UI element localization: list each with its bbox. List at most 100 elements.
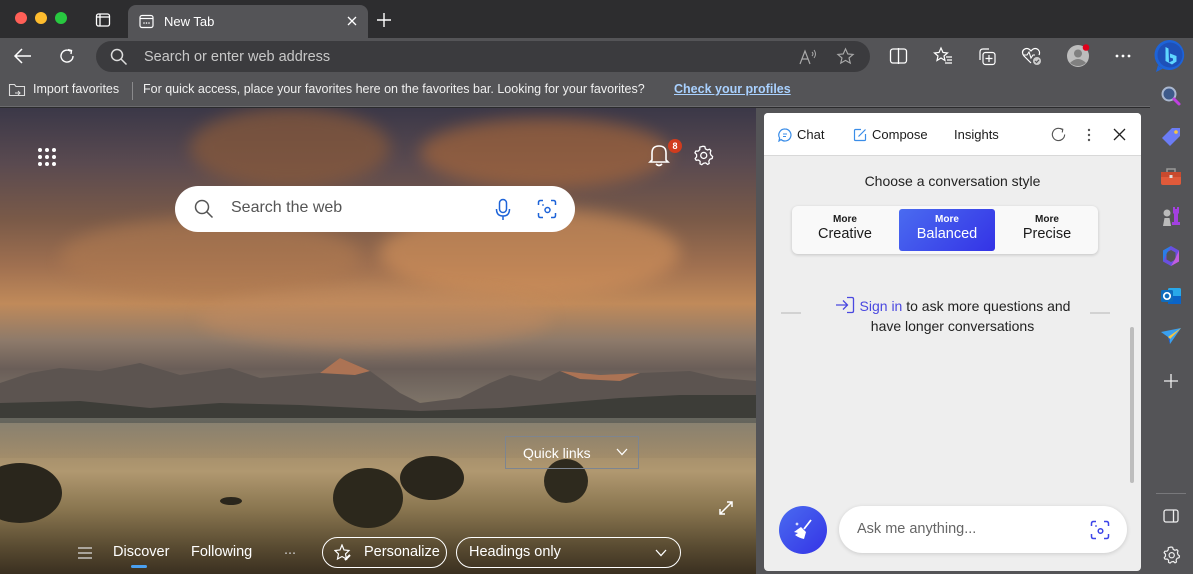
notification-badge: 8: [668, 139, 682, 153]
new-topic-button[interactable]: [779, 506, 827, 554]
favorites-bar: Import favorites For quick access, place…: [0, 75, 1150, 107]
copilot-header: Chat Compose Insights: [764, 113, 1141, 156]
apps-grid-icon[interactable]: [37, 147, 57, 167]
sidebar-drop-icon[interactable]: [1159, 324, 1183, 348]
address-bar[interactable]: Search or enter web address: [96, 41, 870, 72]
panel-scrollbar[interactable]: [1130, 327, 1134, 483]
new-tab-page-icon: [139, 14, 154, 29]
window-close-button[interactable]: [15, 12, 27, 24]
close-tab-icon[interactable]: [346, 15, 358, 27]
personalize-star-icon: [334, 544, 352, 562]
sidebar-settings-icon[interactable]: [1159, 543, 1183, 567]
refresh-icon[interactable]: [58, 47, 76, 65]
copilot-tab-insights[interactable]: Insights: [954, 127, 999, 142]
favorites-divider: [132, 82, 133, 100]
copilot-tab-chat[interactable]: Chat: [797, 127, 824, 142]
favorites-icon[interactable]: [933, 46, 953, 66]
new-tab-page: 8 Search the web Quick links Discover Fo…: [0, 108, 756, 574]
sign-in-icon: [835, 296, 855, 314]
active-tab-indicator: [131, 565, 147, 568]
visual-search-icon[interactable]: [537, 199, 557, 219]
sidebar-m365-icon[interactable]: [1159, 244, 1183, 268]
search-icon: [110, 48, 128, 66]
window-minimize-button[interactable]: [35, 12, 47, 24]
sidebar-divider: [1156, 493, 1186, 494]
tab-strip: New Tab: [0, 0, 1193, 38]
copilot-icon[interactable]: [1154, 39, 1186, 73]
compose-icon: [853, 128, 867, 142]
new-tab-button[interactable]: [376, 12, 392, 28]
tab-new-tab[interactable]: New Tab: [128, 5, 368, 38]
collections-icon[interactable]: [977, 46, 997, 66]
chat-icon: [778, 128, 792, 142]
chevron-down-icon: [655, 549, 667, 557]
style-prefix: More: [935, 214, 959, 225]
add-sidebar-app-button[interactable]: [1159, 369, 1183, 393]
sign-in-link[interactable]: Sign in: [860, 298, 903, 314]
broom-icon: [791, 518, 815, 542]
sidebar-games-icon[interactable]: [1159, 204, 1183, 228]
more-icon[interactable]: [1115, 54, 1131, 58]
read-aloud-icon[interactable]: [798, 48, 818, 66]
page-settings-icon[interactable]: [692, 144, 714, 166]
feed-menu-icon[interactable]: [78, 547, 92, 559]
signin-text-line1: to ask more questions and: [902, 298, 1071, 314]
panel-more-icon[interactable]: [1087, 128, 1091, 142]
notifications-button[interactable]: 8: [648, 139, 682, 167]
style-creative-button[interactable]: More Creative: [797, 209, 893, 251]
web-search-input[interactable]: Search the web: [231, 199, 342, 217]
personalize-label: Personalize: [364, 544, 440, 560]
style-label: Creative: [818, 226, 872, 242]
sidebar-search-icon[interactable]: [1159, 84, 1183, 108]
ask-input[interactable]: Ask me anything...: [839, 506, 1127, 553]
search-icon: [194, 199, 214, 219]
style-label: Balanced: [916, 226, 978, 242]
favorite-star-icon[interactable]: [836, 47, 855, 66]
personalize-button[interactable]: Personalize: [322, 537, 447, 568]
sidebar-shopping-icon[interactable]: [1159, 124, 1183, 148]
check-profiles-link[interactable]: Check your profiles: [674, 82, 791, 96]
style-prefix: More: [1035, 214, 1059, 225]
quick-links-label: Quick links: [523, 445, 591, 461]
copilot-panel: Chat Compose Insights Choose a conversat…: [764, 113, 1141, 571]
back-icon[interactable]: [13, 47, 33, 65]
image-input-icon[interactable]: [1090, 520, 1110, 540]
style-label: Precise: [1022, 226, 1072, 242]
favorites-message: For quick access, place your favorites h…: [143, 82, 645, 96]
style-precise-button[interactable]: More Precise: [999, 209, 1095, 251]
layout-select-value: Headings only: [469, 544, 561, 560]
signin-text-line2: have longer conversations: [870, 318, 1035, 334]
tab-title: New Tab: [164, 14, 215, 29]
quick-links-toggle[interactable]: Quick links: [505, 436, 639, 469]
web-search-box[interactable]: Search the web: [175, 186, 575, 232]
sidebar-outlook-icon[interactable]: [1159, 284, 1183, 308]
import-favorites-icon: [8, 82, 26, 98]
hide-sidebar-icon[interactable]: [1159, 504, 1183, 528]
style-balanced-button[interactable]: More Balanced: [899, 209, 995, 251]
tab-actions-icon[interactable]: [95, 12, 111, 28]
ask-placeholder: Ask me anything...: [857, 521, 977, 537]
split-screen-icon[interactable]: [889, 47, 908, 65]
sidebar-tools-icon[interactable]: [1159, 164, 1183, 188]
conversation-style-selector: More Creative More Balanced More Precise: [792, 206, 1098, 254]
edge-sidebar: [1150, 75, 1193, 574]
refresh-conversation-icon[interactable]: [1050, 126, 1067, 143]
chevron-down-icon: [616, 448, 628, 456]
import-favorites-button[interactable]: Import favorites: [33, 82, 119, 96]
address-placeholder: Search or enter web address: [144, 49, 331, 65]
browser-essentials-icon[interactable]: [1021, 46, 1042, 66]
signin-prompt: Sign in to ask more questions and have l…: [764, 296, 1141, 336]
window-maximize-button[interactable]: [55, 12, 67, 24]
feed-tab-following[interactable]: Following: [191, 544, 252, 560]
conversation-style-title: Choose a conversation style: [864, 173, 1041, 189]
close-panel-icon[interactable]: [1113, 128, 1126, 141]
style-prefix: More: [833, 214, 857, 225]
toolbar: Search or enter web address: [0, 38, 1193, 75]
profile-icon[interactable]: [1066, 44, 1090, 68]
microphone-icon[interactable]: [495, 198, 511, 222]
feed-more-button[interactable]: ...: [284, 542, 296, 558]
feed-tab-discover[interactable]: Discover: [113, 544, 169, 560]
expand-background-icon[interactable]: [719, 501, 733, 515]
copilot-tab-compose[interactable]: Compose: [872, 127, 928, 142]
layout-select[interactable]: Headings only: [456, 537, 681, 568]
